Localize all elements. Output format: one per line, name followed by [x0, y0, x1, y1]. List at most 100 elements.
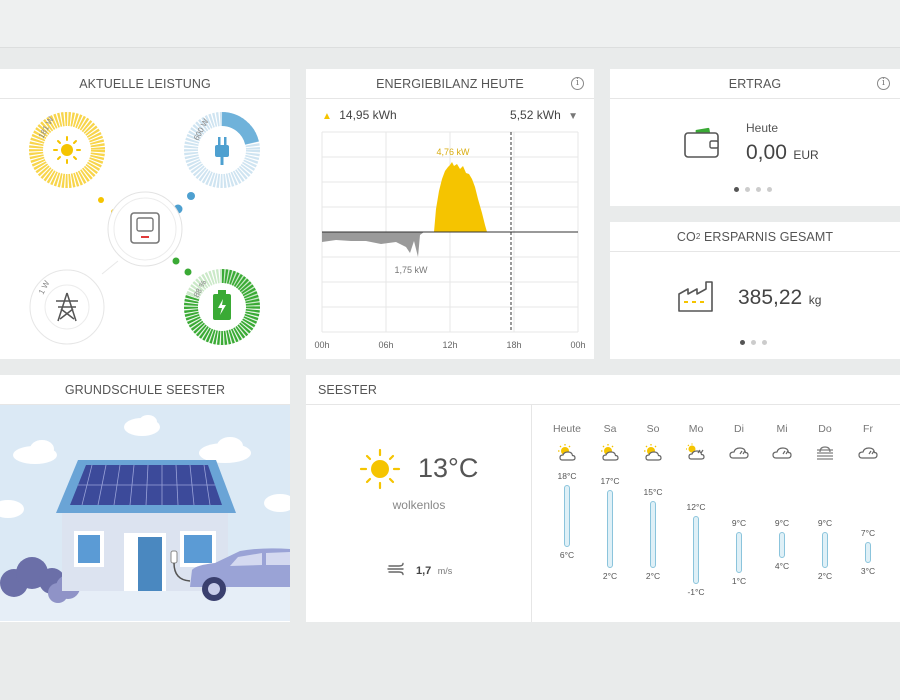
forecast-high: 9°C [817, 517, 833, 528]
forecast-low: 6°C [559, 550, 575, 561]
cloud-rain-icon [728, 443, 750, 461]
yield-amount: 0,00 EUR [746, 141, 819, 165]
forecast-day-label: Mi [776, 423, 788, 435]
forecast-high: 17°C [600, 476, 620, 487]
forecast-day: Fr 7°C 3°C [848, 405, 888, 622]
yield-period: Heute [746, 121, 779, 135]
solar-panels [70, 464, 222, 506]
forecast-high: 7°C [860, 528, 876, 539]
forecast-day-label: Do [818, 423, 832, 435]
x-tick: 18h [506, 340, 521, 350]
forecast-day: So 15°C 2°C [633, 405, 673, 622]
pager-dot[interactable] [734, 187, 739, 192]
x-tick: 06h [378, 340, 393, 350]
forecast-high: 9°C [774, 517, 790, 528]
consumed-summary: 5,52 kWh ▼ [510, 108, 578, 122]
battery-icon [213, 290, 231, 320]
co2-amount: 385,22 kg [738, 286, 821, 310]
co2-pager[interactable] [740, 340, 767, 345]
low-label: 1,75 kW [394, 265, 428, 275]
co2-value: 385,22 [738, 286, 803, 309]
consumed-value: 5,52 kWh [510, 108, 561, 122]
forecast-day: Sa 17°C 2°C [590, 405, 630, 622]
yield-card: ERTRAG i Heute 0,00 EUR [610, 69, 900, 206]
forecast-low: 3°C [860, 566, 876, 576]
grid-ring[interactable]: 1 W [29, 269, 105, 345]
factory-icon [678, 281, 713, 312]
produced-summary: ▲ 14,95 kWh [322, 108, 397, 122]
forecast-day-label: Heute [552, 423, 582, 435]
forecast-low: 1°C [731, 576, 747, 587]
weather-condition: wolkenlos [392, 498, 446, 512]
yield-header: ERTRAG i [610, 69, 900, 99]
sun-cloud-icon [599, 443, 621, 461]
cloud-rain-icon [857, 443, 879, 461]
pager-dot[interactable] [767, 187, 772, 192]
inverter-node[interactable] [107, 191, 183, 267]
forecast-day: Mo 12°C -1°C [676, 405, 716, 622]
weather-current: 13°C wolkenlos 1,7 m/s [306, 405, 532, 622]
forecast-day-label: Sa [603, 423, 617, 435]
forecast-low: 2°C [602, 571, 618, 582]
solar-ring[interactable]: 181 W [29, 112, 105, 188]
forecast-low: -1°C [687, 586, 705, 597]
pager-dot[interactable] [740, 340, 745, 345]
forecast-low: 2°C [645, 571, 661, 582]
forecast-day: Mi 9°C 4°C [762, 405, 802, 622]
temperature-range-bar [650, 500, 656, 569]
energy-balance-title: ENERGIEBILANZ HEUTE [376, 76, 524, 91]
triangle-up-icon: ▲ [322, 111, 332, 122]
co2-savings-card: CO 2 ERSPARNIS GESAMT 385,22 kg [610, 222, 900, 359]
site-image-card: GRUNDSCHULE SEESTER [0, 375, 290, 622]
forecast-day-label: Fr [863, 423, 873, 435]
current-power-card: AKTUELLE LEISTUNG 181 W 600 W 1 W 88 % [0, 69, 290, 359]
x-tick: 00h [570, 340, 585, 350]
pager-dot[interactable] [751, 340, 756, 345]
pager-dot[interactable] [745, 187, 750, 192]
wind-speed: 1,7 m/s [416, 561, 452, 579]
site-title: GRUNDSCHULE SEESTER [0, 375, 290, 405]
triangle-down-icon: ▼ [568, 111, 578, 122]
peak-label: 4,76 kW [436, 147, 470, 157]
forecast-day-label: Di [734, 423, 744, 435]
consumption-ring[interactable]: 600 W [184, 112, 260, 188]
energy-balance-card: ENERGIEBILANZ HEUTE i ▲ 14,95 kWh 5,52 k… [306, 69, 594, 359]
current-power-title: AKTUELLE LEISTUNG [0, 69, 290, 99]
consumption-area [322, 232, 424, 257]
wind-icon [387, 562, 404, 576]
info-icon[interactable]: i [571, 77, 584, 90]
yield-value: 0,00 [746, 141, 787, 164]
temperature-range-bar [693, 516, 699, 584]
co2-title-suffix: ERSPARNIS GESAMT [700, 229, 834, 244]
forecast-high: 12°C [686, 502, 706, 513]
weather-forecast: Heute 18°C 6°C Sa 17°C 2°C So 15°C 2°C Mo 12°C -1°C… [533, 405, 900, 622]
sun-cloud-icon [642, 443, 664, 461]
production-area [434, 162, 487, 232]
sun-icon [53, 136, 81, 164]
forecast-high: 15°C [643, 486, 663, 497]
co2-savings-title: CO 2 ERSPARNIS GESAMT [610, 222, 900, 252]
forecast-high: 18°C [557, 471, 577, 481]
co2-unit: kg [808, 293, 822, 307]
fog-icon [814, 443, 836, 461]
forecast-day-label: Mo [688, 423, 704, 435]
temperature-range-bar [564, 485, 570, 548]
temperature-range-bar [736, 531, 742, 574]
power-flow-diagram: 181 W 600 W 1 W 88 % [29, 112, 260, 345]
x-tick: 12h [442, 340, 457, 350]
sun-icon [359, 448, 401, 490]
temperature-range-bar [607, 490, 613, 569]
forecast-low: 2°C [817, 571, 833, 582]
forecast-high: 9°C [731, 517, 747, 528]
forecast-day-label: So [646, 423, 660, 435]
pager-dot[interactable] [756, 187, 761, 192]
co2-title-prefix: CO [676, 229, 696, 244]
plug-icon [215, 137, 229, 165]
wallet-icon [684, 127, 719, 158]
yield-pager[interactable] [734, 187, 772, 192]
battery-ring[interactable]: 88 % [184, 269, 260, 345]
forecast-day: Heute 18°C 6°C [547, 405, 587, 622]
weather-card: SEESTER 13°C wolkenlos 1,7 m/s Heute 18°C… [306, 375, 900, 622]
info-icon[interactable]: i [877, 77, 890, 90]
pager-dot[interactable] [762, 340, 767, 345]
